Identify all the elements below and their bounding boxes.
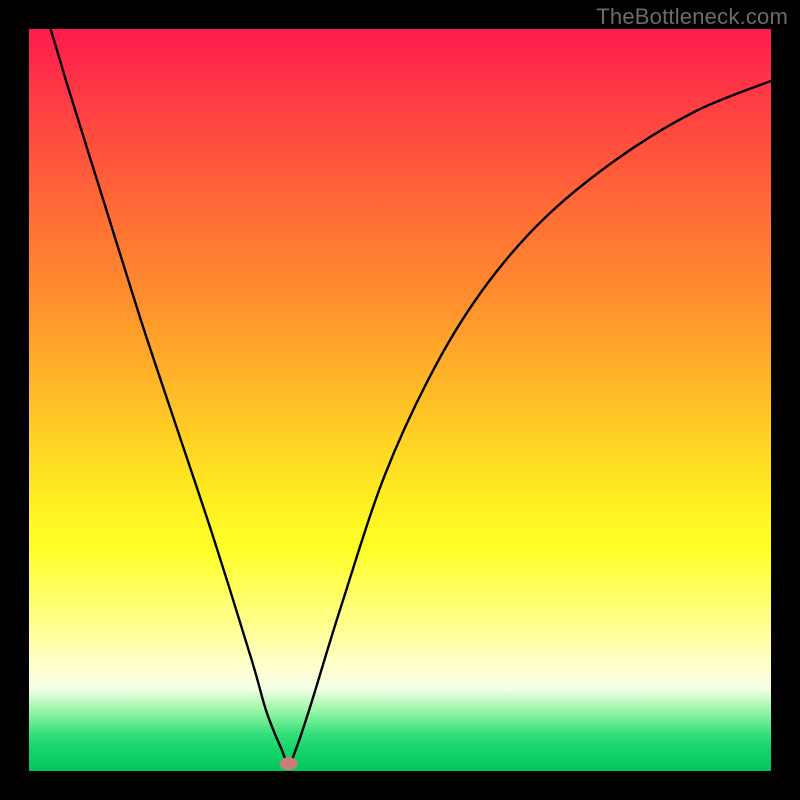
optimum-point — [280, 757, 298, 770]
figure-frame: TheBottleneck.com — [0, 0, 800, 800]
bottleneck-curve — [29, 0, 771, 764]
curve-svg — [29, 29, 771, 771]
plot-area — [29, 29, 771, 771]
watermark-text: TheBottleneck.com — [596, 4, 788, 30]
